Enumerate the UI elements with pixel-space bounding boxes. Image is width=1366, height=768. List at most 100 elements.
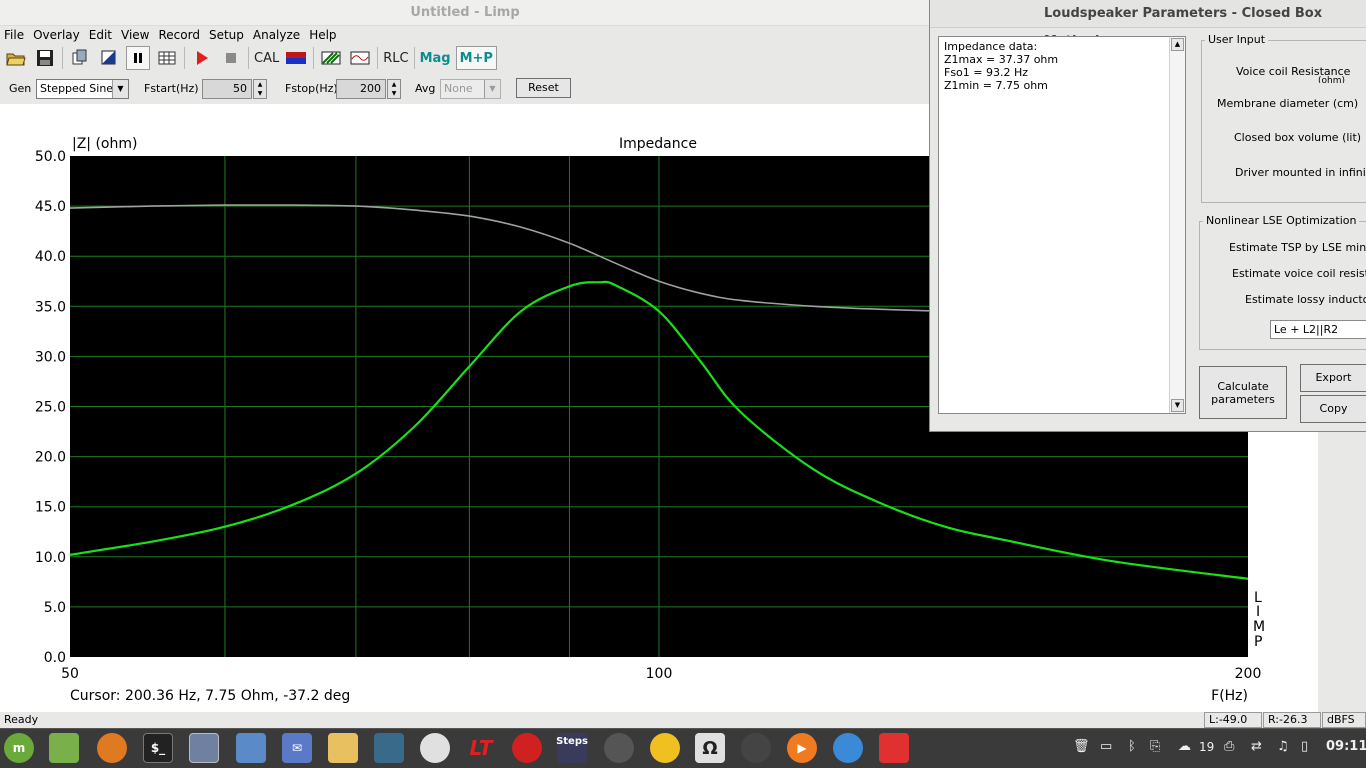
network-icon[interactable]: ⇄ — [1251, 739, 1262, 754]
fstop-spinner[interactable]: ▲ ▼ — [387, 79, 401, 99]
export-button[interactable]: Export — [1300, 364, 1366, 392]
gen-select[interactable]: Stepped Sine ▼ — [36, 79, 129, 99]
trash-icon[interactable]: 🗑 — [1073, 739, 1090, 754]
estimate-tsp-label: Estimate TSP by LSE minimiz — [1229, 241, 1366, 254]
waveform-icon[interactable] — [348, 46, 372, 70]
voice-coil-unit-label: (ohm) — [1318, 76, 1345, 83]
y-tick-label: 5.0 — [44, 600, 66, 616]
impedance-data-textbox[interactable]: Impedance data: Z1max = 37.37 ohm Fso1 =… — [938, 36, 1186, 414]
rlc-button[interactable]: RLC — [383, 46, 408, 70]
overlay-icon[interactable] — [97, 46, 121, 70]
x-axis-title: F(Hz) — [1211, 688, 1248, 704]
speaker-app-icon[interactable] — [741, 733, 771, 763]
reset-button[interactable]: Reset — [516, 78, 571, 98]
menu-file[interactable]: File — [4, 28, 24, 42]
mag-button[interactable]: Mag — [420, 46, 451, 70]
mag-phase-button[interactable]: M+P — [455, 46, 497, 70]
globe-icon[interactable] — [833, 733, 863, 763]
red-circle-app-icon[interactable] — [512, 733, 542, 763]
headphones-icon[interactable] — [650, 733, 680, 763]
menu-analyze[interactable]: Analyze — [253, 28, 300, 42]
mint-menu-icon[interactable]: m — [4, 733, 34, 763]
camera-icon[interactable] — [236, 733, 266, 763]
media-player-icon[interactable]: ▶ — [787, 733, 817, 763]
chrome-icon[interactable] — [420, 733, 450, 763]
cursor-readout: Cursor: 200.36 Hz, 7.75 Ohm, -37.2 deg — [70, 688, 350, 704]
vertical-scrollbar[interactable]: ▲ ▼ — [1169, 37, 1185, 413]
record-play-icon[interactable] — [190, 46, 214, 70]
y-tick-label: 35.0 — [35, 299, 66, 315]
fstart-input[interactable]: 50 — [202, 79, 252, 99]
fstart-label: Fstart(Hz) — [144, 82, 199, 95]
grid-table-icon[interactable] — [155, 46, 179, 70]
text-line: Impedance data: — [944, 40, 1038, 53]
fstop-label: Fstop(Hz) — [285, 82, 338, 95]
x-tick-label: 200 — [1235, 666, 1262, 682]
scroll-down-arrow-icon[interactable]: ▼ — [1171, 399, 1184, 412]
music-note-icon[interactable]: ♫ — [1277, 739, 1289, 754]
open-folder-icon[interactable] — [4, 46, 28, 70]
battery-icon[interactable]: ▯ — [1301, 739, 1308, 754]
menu-bar: File Overlay Edit View Record Setup Anal… — [0, 26, 930, 44]
menu-view[interactable]: View — [121, 28, 149, 42]
copy-button[interactable]: Copy — [1300, 395, 1366, 423]
menu-edit[interactable]: Edit — [89, 28, 112, 42]
book-icon[interactable] — [879, 733, 909, 763]
group-title: User Input — [1205, 33, 1269, 46]
folder-icon[interactable] — [49, 733, 79, 763]
copy-pages-icon[interactable] — [68, 46, 92, 70]
save-disk-icon[interactable] — [33, 46, 57, 70]
x-tick-label: 50 — [61, 666, 79, 682]
toolbar-separator — [413, 47, 415, 69]
scroll-up-arrow-icon[interactable]: ▲ — [1171, 38, 1184, 51]
level-meter-icon[interactable] — [284, 46, 308, 70]
fstop-input[interactable]: 200 — [336, 79, 386, 99]
cal-button[interactable]: CAL — [254, 46, 279, 70]
screen-icon[interactable] — [374, 733, 404, 763]
omega-icon[interactable]: Ω — [695, 733, 725, 763]
avg-select[interactable]: None ▼ — [440, 79, 501, 99]
workspace-indicator[interactable]: 19 — [1199, 740, 1214, 754]
chevron-down-icon: ▼ — [484, 80, 500, 98]
menu-help[interactable]: Help — [309, 28, 336, 42]
calculate-parameters-button[interactable]: Calculate parameters — [1199, 366, 1287, 419]
printer-icon[interactable]: ⎙ — [1224, 739, 1234, 754]
steps-app-icon[interactable]: Steps — [556, 733, 588, 763]
status-left-level: L:-49.0 — [1204, 712, 1262, 728]
circuit-icon[interactable] — [328, 733, 358, 763]
stop-icon[interactable] — [219, 46, 243, 70]
display-icon[interactable]: ▭ — [1100, 739, 1112, 754]
membrane-diameter-label: Membrane diameter (cm) — [1217, 97, 1359, 110]
avg-select-value: None — [444, 82, 473, 95]
infinite-baffle-label: Driver mounted in infinite b — [1235, 166, 1366, 179]
inductor-model-select[interactable]: Le + L2||R2 — [1270, 320, 1366, 339]
firefox-icon[interactable] — [97, 733, 127, 763]
clipboard-icon[interactable]: ⎘ — [1150, 739, 1160, 754]
clock: 09:11 — [1326, 739, 1366, 754]
chevron-down-icon: ▼ — [112, 80, 128, 98]
status-ready: Ready — [4, 713, 39, 726]
bluetooth-icon[interactable]: ᛒ — [1128, 739, 1136, 754]
closed-box-volume-label: Closed box volume (lit) — [1234, 131, 1362, 144]
terminal-icon[interactable]: $_ — [143, 733, 173, 763]
fstart-spinner[interactable]: ▲ ▼ — [253, 79, 267, 99]
y-tick-label: 15.0 — [35, 500, 66, 516]
pause-icon[interactable] — [126, 46, 150, 70]
avg-label: Avg — [415, 82, 436, 95]
menu-overlay[interactable]: Overlay — [33, 28, 80, 42]
y-tick-label: 25.0 — [35, 400, 66, 416]
y-tick-label: 50.0 — [35, 149, 66, 165]
ltspice-icon[interactable]: LT — [466, 733, 496, 763]
steps-app-label: Steps — [556, 736, 588, 747]
gen-select-value: Stepped Sine — [40, 82, 114, 95]
weather-icon[interactable]: ☁ — [1178, 739, 1191, 754]
menu-record[interactable]: Record — [158, 28, 199, 42]
estimate-lossy-inductor-label: Estimate lossy inductor m — [1245, 293, 1366, 306]
window-list-icon[interactable] — [189, 733, 219, 763]
status-bar: Ready L:-49.0 R:-26.3 dBFS — [0, 712, 1366, 728]
menu-setup[interactable]: Setup — [209, 28, 244, 42]
window-title: Untitled - Limp — [410, 5, 520, 20]
mail-icon[interactable]: ✉ — [282, 733, 312, 763]
hatched-filter-icon[interactable] — [319, 46, 343, 70]
webcam-icon[interactable] — [604, 733, 634, 763]
